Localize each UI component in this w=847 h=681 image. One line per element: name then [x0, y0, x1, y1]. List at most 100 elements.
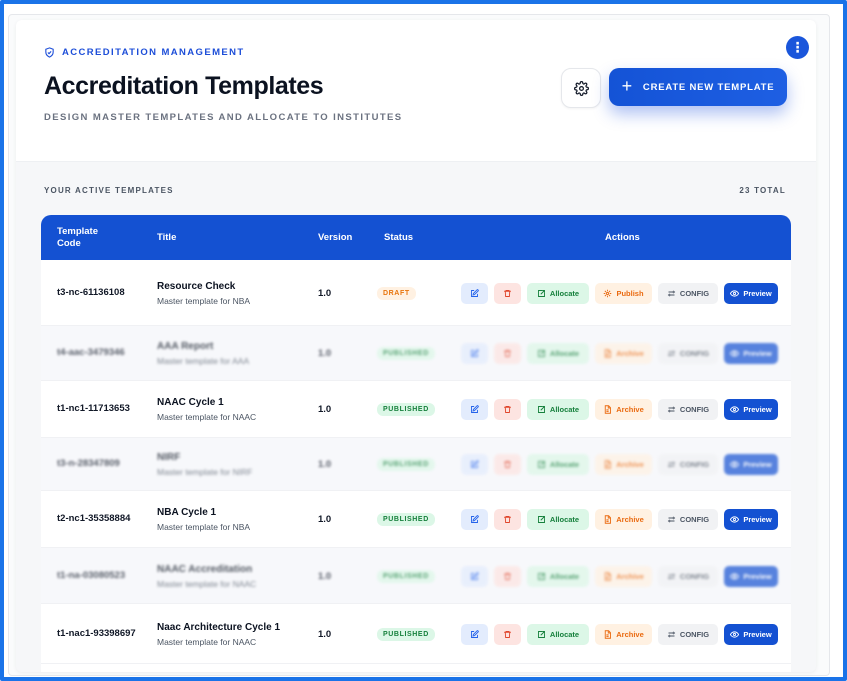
- allocate-button[interactable]: Allocate: [527, 624, 589, 645]
- preview-label: Preview: [743, 405, 772, 414]
- main-panel: ⋮ ACCREDITATION MANAGEMENT Accreditation…: [16, 20, 816, 672]
- status-cell: PUBLISHED: [377, 326, 435, 381]
- create-template-button[interactable]: + CREATE NEW TEMPLATE: [609, 68, 787, 106]
- edit-button[interactable]: [461, 399, 488, 420]
- pencil-square-icon: [471, 289, 479, 297]
- allocate-label: Allocate: [549, 630, 580, 639]
- templates-table: Template Code Title Version Status Actio…: [41, 215, 791, 672]
- arrow-box-icon: [537, 573, 545, 580]
- config-label: CONFIG: [679, 572, 710, 581]
- preview-label: Preview: [743, 572, 772, 581]
- preview-button[interactable]: Preview: [724, 283, 778, 304]
- template-code: t1-nac1-93398697: [57, 627, 136, 639]
- delete-button[interactable]: [494, 343, 521, 364]
- edit-button[interactable]: [461, 343, 488, 364]
- config-button[interactable]: CONFIG: [658, 283, 718, 304]
- eye-icon: [730, 516, 740, 523]
- edit-button[interactable]: [461, 624, 488, 645]
- pencil-square-icon: [471, 405, 479, 413]
- template-version: 1.0: [318, 628, 332, 640]
- archive-button[interactable]: Archive: [595, 399, 652, 420]
- config-button[interactable]: CONFIG: [658, 624, 718, 645]
- template-subtitle: Master template for NIRF: [157, 467, 253, 477]
- allocate-button[interactable]: Allocate: [527, 566, 589, 587]
- config-button[interactable]: CONFIG: [658, 566, 718, 587]
- config-button[interactable]: CONFIG: [658, 454, 718, 475]
- publish-button[interactable]: Publish: [595, 283, 652, 304]
- preview-label: Preview: [743, 515, 772, 524]
- delete-button[interactable]: [494, 566, 521, 587]
- table-body: t3-nc-61136108 Resource Check Master templ…: [41, 260, 791, 664]
- document-icon: [605, 460, 612, 469]
- template-title-cell: NAAC Cycle 1 Master template for NAAC: [157, 381, 307, 438]
- allocate-button[interactable]: Allocate: [527, 283, 589, 304]
- template-title-cell: NBA Cycle 1 Master template for NBA: [157, 491, 307, 548]
- preview-button[interactable]: Preview: [724, 509, 778, 530]
- status-cell: PUBLISHED: [377, 381, 435, 438]
- preview-label: Preview: [743, 289, 772, 298]
- trash-icon: [504, 573, 511, 580]
- config-label: CONFIG: [679, 630, 710, 639]
- preview-button[interactable]: Preview: [724, 454, 778, 475]
- archive-button[interactable]: Archive: [595, 624, 652, 645]
- config-label: CONFIG: [679, 515, 710, 524]
- template-code: t2-nc1-35358884: [57, 513, 131, 525]
- column-header-actions: Actions: [605, 231, 640, 243]
- eye-icon: [730, 406, 740, 413]
- template-version: 1.0: [318, 404, 332, 415]
- table-row: t1-na-03080523 NAAC Accreditation Master t…: [41, 548, 791, 604]
- archive-button[interactable]: Archive: [595, 343, 652, 364]
- template-title: NBA Cycle 1: [157, 507, 217, 518]
- allocate-label: Allocate: [549, 405, 580, 414]
- preview-button[interactable]: Preview: [724, 399, 778, 420]
- preview-button[interactable]: Preview: [724, 624, 778, 645]
- template-version: 1.0: [318, 459, 332, 470]
- edit-button[interactable]: [461, 509, 488, 530]
- allocate-label: Allocate: [549, 572, 580, 581]
- pencil-square-icon: [471, 460, 479, 468]
- preview-button[interactable]: Preview: [724, 343, 778, 364]
- table-row: t2-nc1-35358884 NBA Cycle 1 Master templat…: [41, 491, 791, 548]
- archive-label: Archive: [616, 405, 644, 414]
- eyebrow: ACCREDITATION MANAGEMENT: [44, 47, 245, 58]
- eye-icon: [730, 461, 740, 468]
- edit-button[interactable]: [461, 566, 488, 587]
- template-subtitle: Master template for NBA: [157, 295, 251, 306]
- delete-button[interactable]: [494, 624, 521, 645]
- preview-label: Preview: [743, 630, 772, 639]
- delete-button[interactable]: [494, 509, 521, 530]
- allocate-button[interactable]: Allocate: [527, 454, 589, 475]
- allocate-button[interactable]: Allocate: [527, 343, 589, 364]
- edit-button[interactable]: [461, 283, 488, 304]
- template-title: AAA Report: [157, 341, 214, 352]
- template-subtitle: Master template for AAA: [157, 356, 250, 366]
- delete-button[interactable]: [494, 283, 521, 304]
- status-badge: PUBLISHED: [377, 347, 435, 360]
- archive-button[interactable]: Archive: [595, 566, 652, 587]
- archive-button[interactable]: Archive: [595, 509, 652, 530]
- archive-label: Archive: [616, 572, 644, 581]
- delete-button[interactable]: [494, 399, 521, 420]
- template-code: t3-n-28347809: [57, 458, 120, 470]
- settings-button[interactable]: [561, 68, 601, 108]
- template-title: Resource Check: [157, 280, 236, 292]
- more-options-button[interactable]: ⋮: [786, 36, 809, 59]
- trash-icon: [504, 350, 511, 357]
- publish-label: Publish: [616, 289, 644, 298]
- config-button[interactable]: CONFIG: [658, 343, 718, 364]
- allocate-button[interactable]: Allocate: [527, 509, 589, 530]
- status-badge: PUBLISHED: [377, 458, 435, 471]
- allocate-label: Allocate: [549, 515, 580, 524]
- config-button[interactable]: CONFIG: [658, 399, 718, 420]
- row-actions: Allocate Archive CONFIG Preview: [461, 399, 778, 420]
- plus-icon: +: [621, 76, 633, 96]
- edit-button[interactable]: [461, 454, 488, 475]
- archive-button[interactable]: Archive: [595, 454, 652, 475]
- config-button[interactable]: CONFIG: [658, 509, 718, 530]
- row-actions: Allocate Archive CONFIG Preview: [461, 566, 778, 587]
- delete-button[interactable]: [494, 454, 521, 475]
- preview-button[interactable]: Preview: [724, 566, 778, 587]
- document-icon: [605, 349, 612, 358]
- allocate-label: Allocate: [549, 349, 580, 358]
- allocate-button[interactable]: Allocate: [527, 399, 589, 420]
